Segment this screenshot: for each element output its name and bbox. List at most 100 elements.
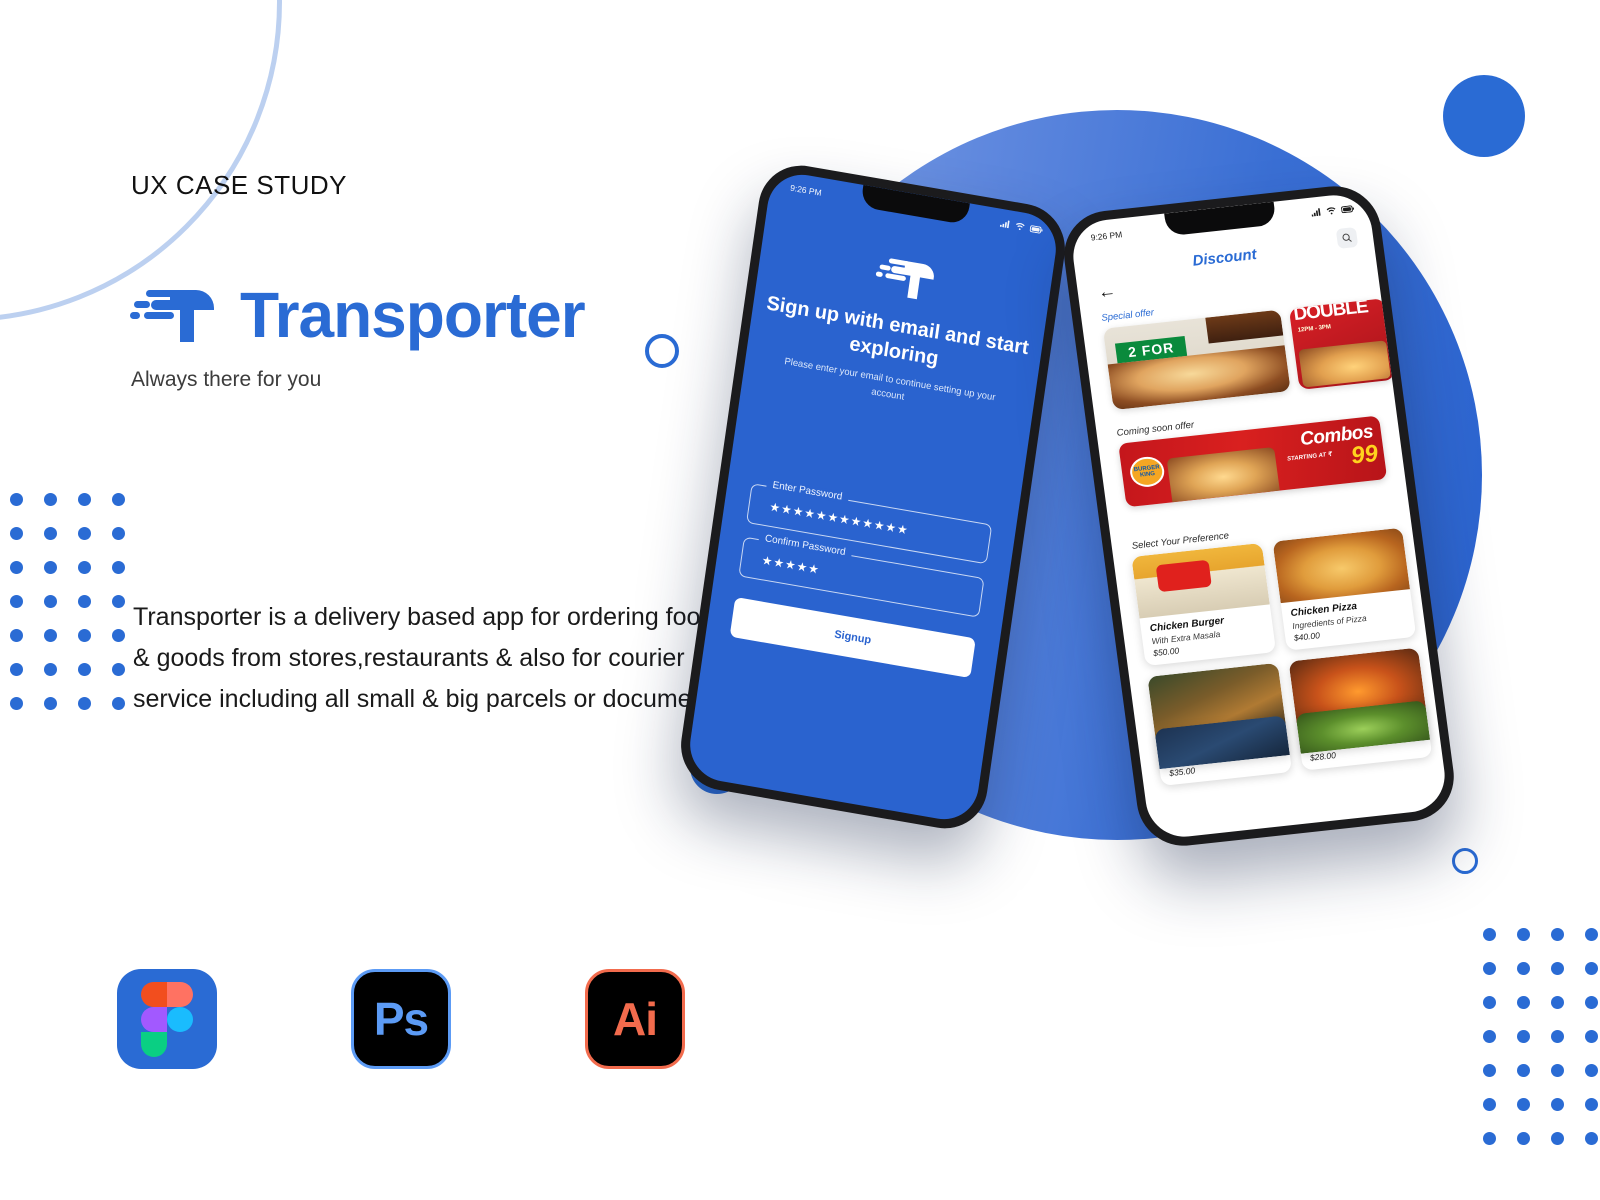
decorative-dot — [44, 561, 57, 574]
figma-glyph — [141, 982, 193, 1057]
decorative-dot — [112, 493, 125, 506]
decorative-dot — [1483, 928, 1496, 941]
figma-shape-mid-right — [167, 1007, 193, 1032]
status-bar-time: 9:26 PM — [1090, 229, 1123, 243]
figma-shape-bottom-left — [141, 1032, 167, 1057]
decorative-dot — [1551, 928, 1564, 941]
special-offer-card[interactable]: 2 FOR — [1102, 309, 1291, 411]
signup-screen: 9:26 PM Sign up with email and start exp… — [685, 169, 1061, 825]
decorative-dot — [112, 595, 125, 608]
photoshop-letters: Ps — [373, 993, 429, 1045]
banner-subline: STARTING AT ₹ — [1286, 451, 1332, 463]
decorative-dot — [1517, 1030, 1530, 1043]
burger-king-logo-icon: BURGER KING — [1128, 455, 1167, 489]
discount-screen: 9:26 PM Discount ← Special offer 2 FOR D… — [1068, 191, 1450, 841]
password-field-value: ★★★★★★★★★★★★ — [768, 499, 910, 538]
decorative-dot — [44, 697, 57, 710]
wifi-icon — [1326, 207, 1336, 215]
page-eyebrow: UX CASE STUDY — [131, 170, 347, 200]
photoshop-icon[interactable]: Ps — [351, 969, 451, 1069]
offer-badge: DOUBLE — [1292, 298, 1369, 326]
decorative-arc-top-left — [0, 0, 282, 322]
food-image — [1131, 542, 1270, 619]
status-bar-time: 9:26 PM — [789, 182, 823, 198]
phone-mockup-discount: 9:26 PM Discount ← Special offer 2 FOR D… — [1058, 181, 1460, 851]
project-description: Transporter is a delivery based app for … — [133, 603, 732, 713]
decorative-dot — [78, 697, 91, 710]
search-glyph — [1342, 233, 1352, 242]
decorative-dot — [1585, 928, 1598, 941]
brand-name: Transporter — [240, 279, 586, 351]
decorative-dot — [44, 629, 57, 642]
search-icon[interactable] — [1335, 226, 1359, 249]
battery-icon — [1340, 204, 1354, 213]
decorative-dot — [1517, 996, 1530, 1009]
decorative-dot — [10, 629, 23, 642]
decorative-dot — [1551, 1098, 1564, 1111]
decorative-dot — [1483, 996, 1496, 1009]
decorative-dot — [1585, 996, 1598, 1009]
decorative-dot — [1585, 1132, 1598, 1145]
decorative-dot — [10, 527, 23, 540]
decorative-dot — [1585, 1030, 1598, 1043]
banner-price: 99 — [1349, 439, 1380, 470]
decorative-dot — [78, 527, 91, 540]
offer-image-meal — [1298, 340, 1391, 388]
decorative-ring-bottom-right — [1452, 848, 1478, 874]
decorative-dot — [1551, 1132, 1564, 1145]
decorative-dot — [1551, 1064, 1564, 1077]
decorative-dot — [10, 663, 23, 676]
figma-icon[interactable] — [117, 969, 217, 1069]
illustrator-letters: Ai — [613, 993, 658, 1045]
app-logo-icon — [875, 258, 934, 300]
decorative-dot — [1517, 1098, 1530, 1111]
decorative-dot — [78, 493, 91, 506]
phone-mockup-signup: 9:26 PM Sign up with email and start exp… — [675, 158, 1071, 836]
decorative-dot — [1517, 962, 1530, 975]
decorative-dot — [112, 527, 125, 540]
decorative-dot — [1585, 1098, 1598, 1111]
illustrator-icon[interactable]: Ai — [585, 969, 685, 1069]
section-label-special-offer: Special offer — [1100, 307, 1155, 324]
decorative-dot — [1483, 1098, 1496, 1111]
brand-tagline: Always there for you — [131, 368, 322, 391]
offer-image-top — [1205, 309, 1284, 344]
decorative-dot — [1585, 1064, 1598, 1077]
status-bar-icons — [1311, 204, 1355, 217]
figma-shape-top-right — [167, 982, 193, 1007]
decorative-dot — [1551, 996, 1564, 1009]
decorative-dot — [44, 663, 57, 676]
decorative-dot — [112, 629, 125, 642]
decorative-ring-middle — [645, 334, 679, 368]
decorative-dot — [44, 595, 57, 608]
tools-row: Ps Ai — [117, 969, 685, 1069]
back-arrow-icon[interactable]: ← — [1097, 280, 1118, 302]
decorative-dot — [1517, 1132, 1530, 1145]
special-offer-card[interactable]: DOUBLE 12PM - 3PM — [1288, 298, 1396, 390]
decorative-dot-grid-right — [1483, 928, 1600, 1145]
decorative-dot — [78, 629, 91, 642]
decorative-dot — [1483, 1030, 1496, 1043]
phone-notch — [860, 184, 970, 226]
signal-icon — [1311, 208, 1321, 217]
battery-icon — [1029, 224, 1043, 234]
food-card[interactable]: Chicken Pizza Ingredients of Pizza $40.00 — [1272, 527, 1417, 651]
food-image — [1272, 527, 1410, 604]
decorative-dot — [10, 493, 23, 506]
food-card[interactable]: Chicken Burger With Extra Masala $50.00 — [1131, 542, 1276, 667]
transporter-logo-icon — [130, 290, 214, 342]
decorative-dot — [112, 697, 125, 710]
decorative-dot — [78, 561, 91, 574]
decorative-dot — [1551, 962, 1564, 975]
decorative-dot — [10, 561, 23, 574]
status-bar-icons — [999, 219, 1044, 234]
decorative-dot — [78, 663, 91, 676]
decorative-dot — [1585, 962, 1598, 975]
decorative-dot — [44, 527, 57, 540]
wifi-icon — [1015, 223, 1025, 231]
decorative-circle-top-right — [1443, 75, 1525, 157]
decorative-dot — [1483, 1132, 1496, 1145]
banner-food-image — [1166, 446, 1280, 503]
decorative-dot — [1551, 1030, 1564, 1043]
decorative-dot — [1483, 1064, 1496, 1077]
